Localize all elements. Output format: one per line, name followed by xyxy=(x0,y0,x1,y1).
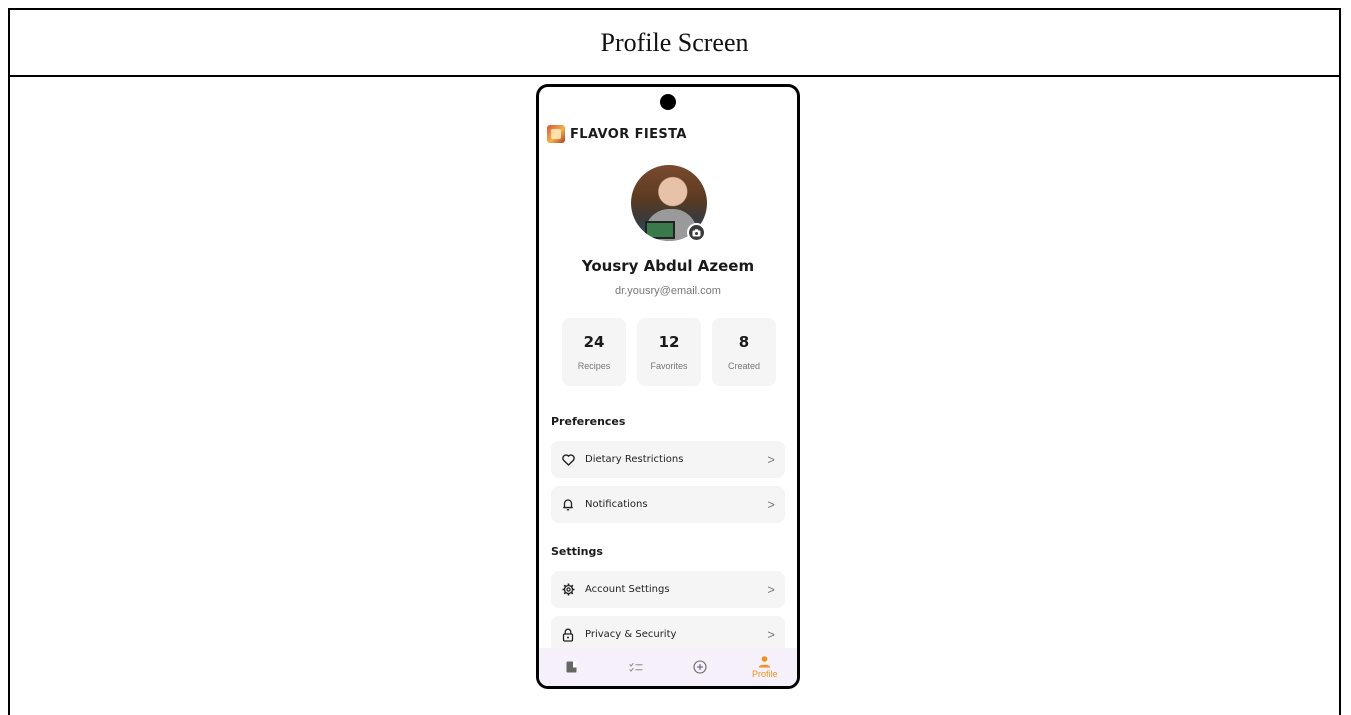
stat-card-favorites[interactable]: 12 Favorites xyxy=(637,318,701,386)
stat-value: 24 xyxy=(583,333,605,351)
app-logo-icon xyxy=(547,125,565,143)
stat-label: Created xyxy=(727,361,761,371)
avatar-background-detail xyxy=(645,221,675,239)
gear-icon xyxy=(561,583,575,597)
nav-item-profile[interactable]: Profile xyxy=(740,648,790,686)
menu-item-label: Dietary Restrictions xyxy=(585,454,684,465)
camera-icon[interactable] xyxy=(687,223,706,242)
stats-row: 24 Recipes 12 Favorites 8 Created xyxy=(562,318,776,386)
checklist-icon xyxy=(628,662,643,672)
menu-item-account-settings[interactable]: Account Settings > xyxy=(551,571,785,608)
menu-item-label: Notifications xyxy=(585,499,648,510)
chevron-right-icon: > xyxy=(767,627,775,642)
add-circle-icon xyxy=(693,660,707,674)
profile-name: Yousry Abdul Azeem xyxy=(581,257,755,275)
preferences-section-title: Preferences xyxy=(551,415,626,428)
phone-frame: FLAVOR FIESTA Yousry Abdul Azeem dr.yous… xyxy=(536,84,800,689)
nav-item-add[interactable] xyxy=(675,648,725,686)
nav-item-recipes[interactable] xyxy=(546,648,596,686)
menu-item-notifications[interactable]: Notifications > xyxy=(551,486,785,523)
book-icon xyxy=(566,661,577,673)
app-brand: FLAVOR FIESTA xyxy=(547,125,687,143)
nav-item-lists[interactable] xyxy=(611,648,661,686)
stat-value: 12 xyxy=(658,333,680,351)
person-icon xyxy=(758,655,771,668)
settings-section-title: Settings xyxy=(551,545,603,558)
phone-screen: FLAVOR FIESTA Yousry Abdul Azeem dr.yous… xyxy=(539,87,797,686)
stat-card-created[interactable]: 8 Created xyxy=(712,318,776,386)
front-camera-icon xyxy=(660,94,676,110)
heart-icon xyxy=(561,453,575,467)
app-brand-name: FLAVOR FIESTA xyxy=(570,126,687,142)
menu-item-dietary-restrictions[interactable]: Dietary Restrictions > xyxy=(551,441,785,478)
menu-item-label: Privacy & Security xyxy=(585,629,677,640)
profile-email: dr.yousry@email.com xyxy=(615,285,721,297)
chevron-right-icon: > xyxy=(767,497,775,512)
chevron-right-icon: > xyxy=(767,452,775,467)
bell-icon xyxy=(561,498,575,512)
lock-icon xyxy=(561,628,575,642)
stat-card-recipes[interactable]: 24 Recipes xyxy=(562,318,626,386)
stat-label: Favorites xyxy=(650,361,688,371)
avatar-container xyxy=(631,165,707,242)
stat-label: Recipes xyxy=(577,361,611,371)
page-title: Profile Screen xyxy=(10,10,1339,77)
stat-value: 8 xyxy=(738,333,750,351)
bottom-navigation-bar: Profile xyxy=(539,648,797,686)
chevron-right-icon: > xyxy=(767,582,775,597)
menu-item-label: Account Settings xyxy=(585,584,670,595)
nav-item-label: Profile xyxy=(751,668,778,679)
